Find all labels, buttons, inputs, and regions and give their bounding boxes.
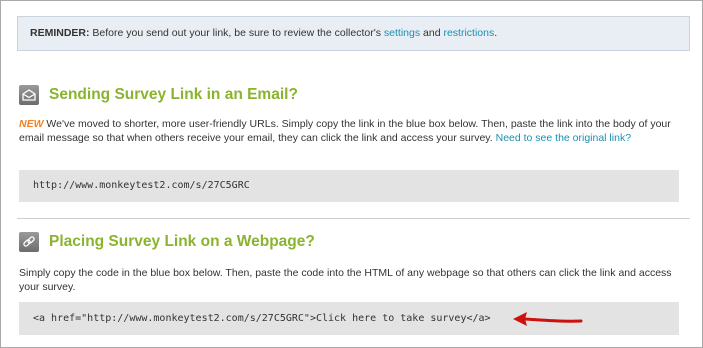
reminder-text: Before you send out your link, be sure t…: [89, 27, 384, 39]
original-link[interactable]: Need to see the original link?: [496, 132, 631, 144]
survey-collector-panel: REMINDER: Before you send out your link,…: [0, 0, 703, 348]
reminder-label: REMINDER:: [30, 27, 90, 39]
embed-code-text[interactable]: <a href="http://www.monkeytest2.com/s/27…: [33, 313, 491, 324]
survey-url-box[interactable]: http://www.monkeytest2.com/s/27C5GRC: [19, 170, 679, 202]
email-section-header: Sending Survey Link in an Email?: [19, 85, 298, 105]
email-section-title: Sending Survey Link in an Email?: [49, 86, 298, 103]
webpage-section-description: Simply copy the code in the blue box bel…: [19, 267, 672, 293]
chain-link-icon: [19, 232, 39, 252]
reminder-end: .: [494, 27, 498, 39]
reminder-box: REMINDER: Before you send out your link,…: [17, 16, 690, 51]
new-badge: NEW: [19, 118, 44, 130]
red-arrow-icon: [513, 312, 583, 326]
webpage-section-title: Placing Survey Link on a Webpage?: [49, 233, 315, 250]
settings-link[interactable]: settings: [384, 27, 420, 39]
restrictions-link[interactable]: restrictions: [443, 27, 494, 39]
webpage-section-header: Placing Survey Link on a Webpage?: [19, 232, 315, 252]
section-divider: [17, 218, 690, 219]
email-section-description: NEW We've moved to shorter, more user-fr…: [19, 117, 687, 145]
reminder-and: and: [420, 27, 444, 39]
envelope-icon: [19, 85, 39, 105]
survey-url-text[interactable]: http://www.monkeytest2.com/s/27C5GRC: [33, 180, 250, 191]
